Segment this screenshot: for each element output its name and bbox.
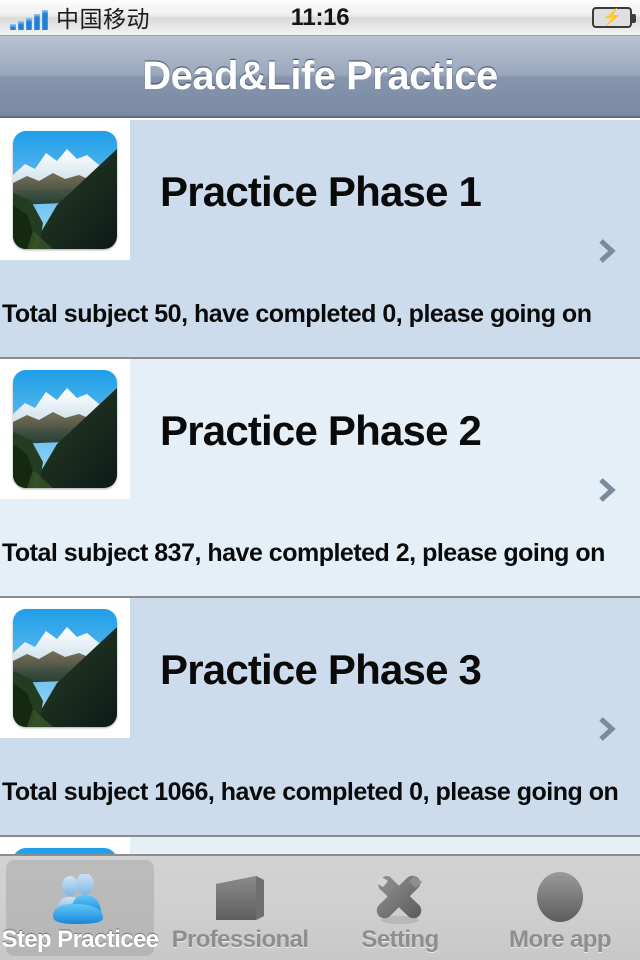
book-icon	[208, 868, 272, 926]
status-bar: 中国移动 11:16 ⚡	[0, 0, 640, 36]
list-item-subtitle: Total subject 1066, have completed 0, pl…	[2, 778, 619, 806]
thumbnail-container	[0, 837, 130, 854]
wrench-screwdriver-icon	[370, 868, 430, 926]
navigation-bar: Dead&Life Practice	[0, 36, 640, 118]
list-item[interactable]	[0, 837, 640, 854]
battery-charging-icon: ⚡	[592, 7, 636, 28]
chevron-right-icon[interactable]	[594, 716, 620, 742]
list-item-subtitle: Total subject 50, have completed 0, plea…	[2, 300, 592, 328]
list-item-subtitle: Total subject 837, have completed 2, ple…	[2, 539, 605, 567]
tab-bar: Step Practicee Professional Setting More…	[0, 854, 640, 960]
thumbnail-container	[0, 359, 130, 499]
sphere-icon	[532, 868, 588, 926]
thumbnail-container	[0, 598, 130, 738]
tab-label: Step Practicee	[1, 926, 159, 953]
page-title: Dead&Life Practice	[142, 53, 498, 98]
tab-more-app[interactable]: More app	[480, 856, 640, 960]
thumbnail-container	[0, 120, 130, 260]
tab-label: More app	[509, 926, 611, 953]
list-item[interactable]: Practice Phase 3 Total subject 1066, hav…	[0, 598, 640, 837]
mountain-photo	[13, 609, 117, 727]
app-screen: 中国移动 11:16 ⚡ Dead&Life Practice Practice…	[0, 0, 640, 960]
tab-step-practicee[interactable]: Step Practicee	[0, 856, 160, 960]
two-people-icon	[47, 868, 113, 926]
chevron-right-icon[interactable]	[594, 238, 620, 264]
list-item-title: Practice Phase 2	[160, 407, 482, 454]
tab-label: Setting	[361, 926, 439, 953]
list-item[interactable]: Practice Phase 2 Total subject 837, have…	[0, 359, 640, 598]
chevron-right-icon[interactable]	[594, 477, 620, 503]
list-item[interactable]: Practice Phase 1 Total subject 50, have …	[0, 120, 640, 359]
tab-professional[interactable]: Professional	[160, 856, 320, 960]
tab-label: Professional	[171, 926, 309, 953]
list-item-title: Practice Phase 1	[160, 168, 482, 215]
tab-setting[interactable]: Setting	[320, 856, 480, 960]
list-item-title: Practice Phase 3	[160, 646, 482, 693]
mountain-photo	[13, 131, 117, 249]
mountain-photo	[13, 370, 117, 488]
status-bar-clock: 11:16	[290, 3, 350, 31]
practice-phase-list[interactable]: Practice Phase 1 Total subject 50, have …	[0, 120, 640, 854]
